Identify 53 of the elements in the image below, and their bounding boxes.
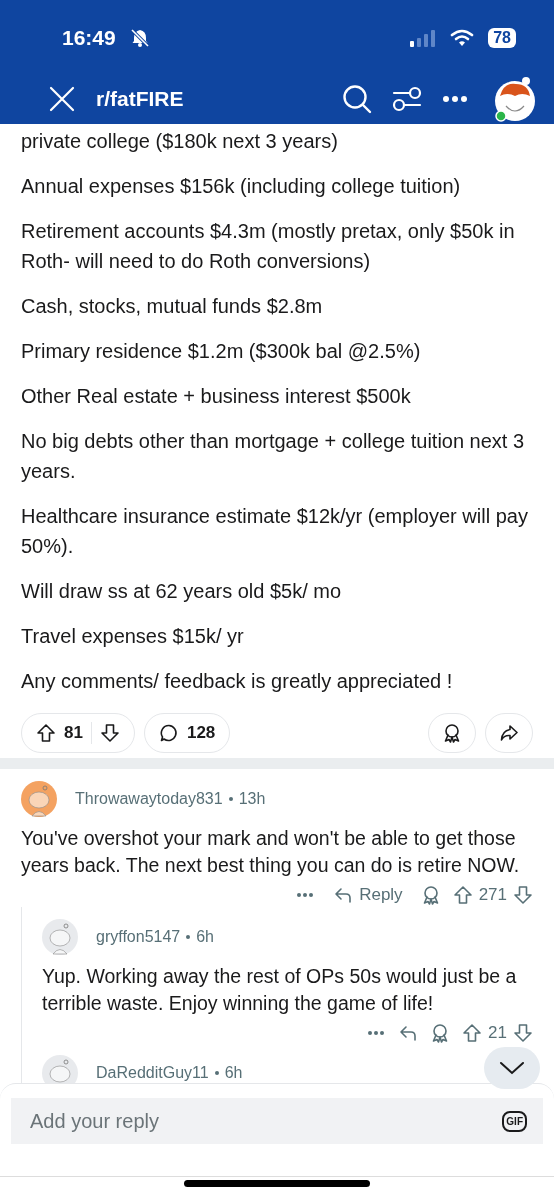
clock: 16:49 bbox=[62, 26, 116, 50]
avatar-icon bbox=[42, 919, 78, 955]
muted-bell-icon bbox=[129, 28, 150, 48]
wifi-icon bbox=[450, 29, 475, 47]
separator-dot bbox=[214, 1071, 219, 1075]
timestamp: 6h bbox=[224, 1064, 243, 1082]
reply-field[interactable]: Add your reply GIF bbox=[11, 1098, 543, 1144]
post-paragraph: Travel expenses $15k/ yr bbox=[21, 624, 245, 649]
vote-count: 81 bbox=[64, 723, 83, 743]
post-paragraph: private college ($180k next 3 years) bbox=[21, 129, 339, 154]
comment-text: You've overshot your mark and won't be able to get those years back. The next best thing you can do is retire NOW. bbox=[21, 826, 521, 878]
reply-button[interactable]: Reply bbox=[327, 885, 409, 905]
post-paragraph: Any comments/ feedback is greatly appreciated ! bbox=[21, 669, 454, 694]
reply-arrow-icon bbox=[333, 885, 354, 905]
reply-arrow-icon[interactable] bbox=[398, 1023, 419, 1043]
separator-dot bbox=[228, 797, 233, 801]
post-paragraph: No big debts other than mortgage + college tuition next 3 years. bbox=[21, 429, 526, 484]
scroll-down-button[interactable] bbox=[484, 1047, 540, 1089]
timestamp: 13h bbox=[238, 790, 266, 808]
post-paragraph: Healthcare insurance estimate $12k/yr (employer will pay 50%). bbox=[21, 504, 529, 559]
timestamp: 6h bbox=[196, 928, 214, 946]
post-paragraph: Primary residence $1.2m ($300k bal @2.5%) bbox=[21, 339, 422, 364]
chevron-down-icon bbox=[499, 1060, 525, 1076]
profile-avatar-icon[interactable] bbox=[492, 76, 538, 122]
vote-count: 271 bbox=[478, 885, 507, 905]
close-icon[interactable] bbox=[48, 85, 76, 113]
gif-button[interactable]: GIF bbox=[502, 1110, 527, 1132]
comments-button[interactable]: 128 bbox=[143, 713, 231, 753]
post-paragraph: Retirement accounts $4.3m (mostly pretax, only $50k in Roth- will need to do Roth conversions) bbox=[21, 219, 516, 274]
avatar-icon bbox=[21, 781, 57, 817]
downvote-icon[interactable] bbox=[99, 723, 120, 743]
post-paragraph: Cash, stocks, mutual funds $2.8m bbox=[21, 294, 324, 319]
share-button[interactable] bbox=[485, 713, 533, 753]
search-icon[interactable] bbox=[342, 84, 372, 114]
post-paragraph: Other Real estate + business interest $500k bbox=[21, 384, 412, 409]
subreddit-title: r/fatFIRE bbox=[96, 87, 184, 111]
comment-text: Yup. Working away the rest of OPs 50s would just be a terrible waste. Enjoy winning the game of life! bbox=[42, 964, 518, 1016]
signal-icon bbox=[410, 29, 437, 47]
battery-indicator: 78 bbox=[488, 28, 516, 48]
username[interactable]: DaRedditGuy11 bbox=[96, 1064, 209, 1082]
vote-count: 21 bbox=[488, 1023, 507, 1043]
award-button[interactable] bbox=[428, 713, 476, 753]
username[interactable]: Throwawaytoday831 bbox=[75, 790, 223, 808]
post-paragraph: Annual expenses $156k (including college tuition) bbox=[21, 174, 462, 199]
comment-bubble-icon bbox=[158, 723, 179, 743]
upvote-icon[interactable] bbox=[36, 723, 56, 743]
more-icon[interactable] bbox=[442, 94, 468, 104]
username[interactable]: gryffon5147 bbox=[96, 928, 181, 946]
award-icon bbox=[442, 723, 462, 743]
sliders-icon[interactable] bbox=[392, 85, 422, 113]
post-paragraph: Will draw ss at 62 years old $5k/ mo bbox=[21, 579, 343, 604]
separator-dot bbox=[186, 935, 191, 939]
share-arrow-icon bbox=[499, 723, 519, 743]
